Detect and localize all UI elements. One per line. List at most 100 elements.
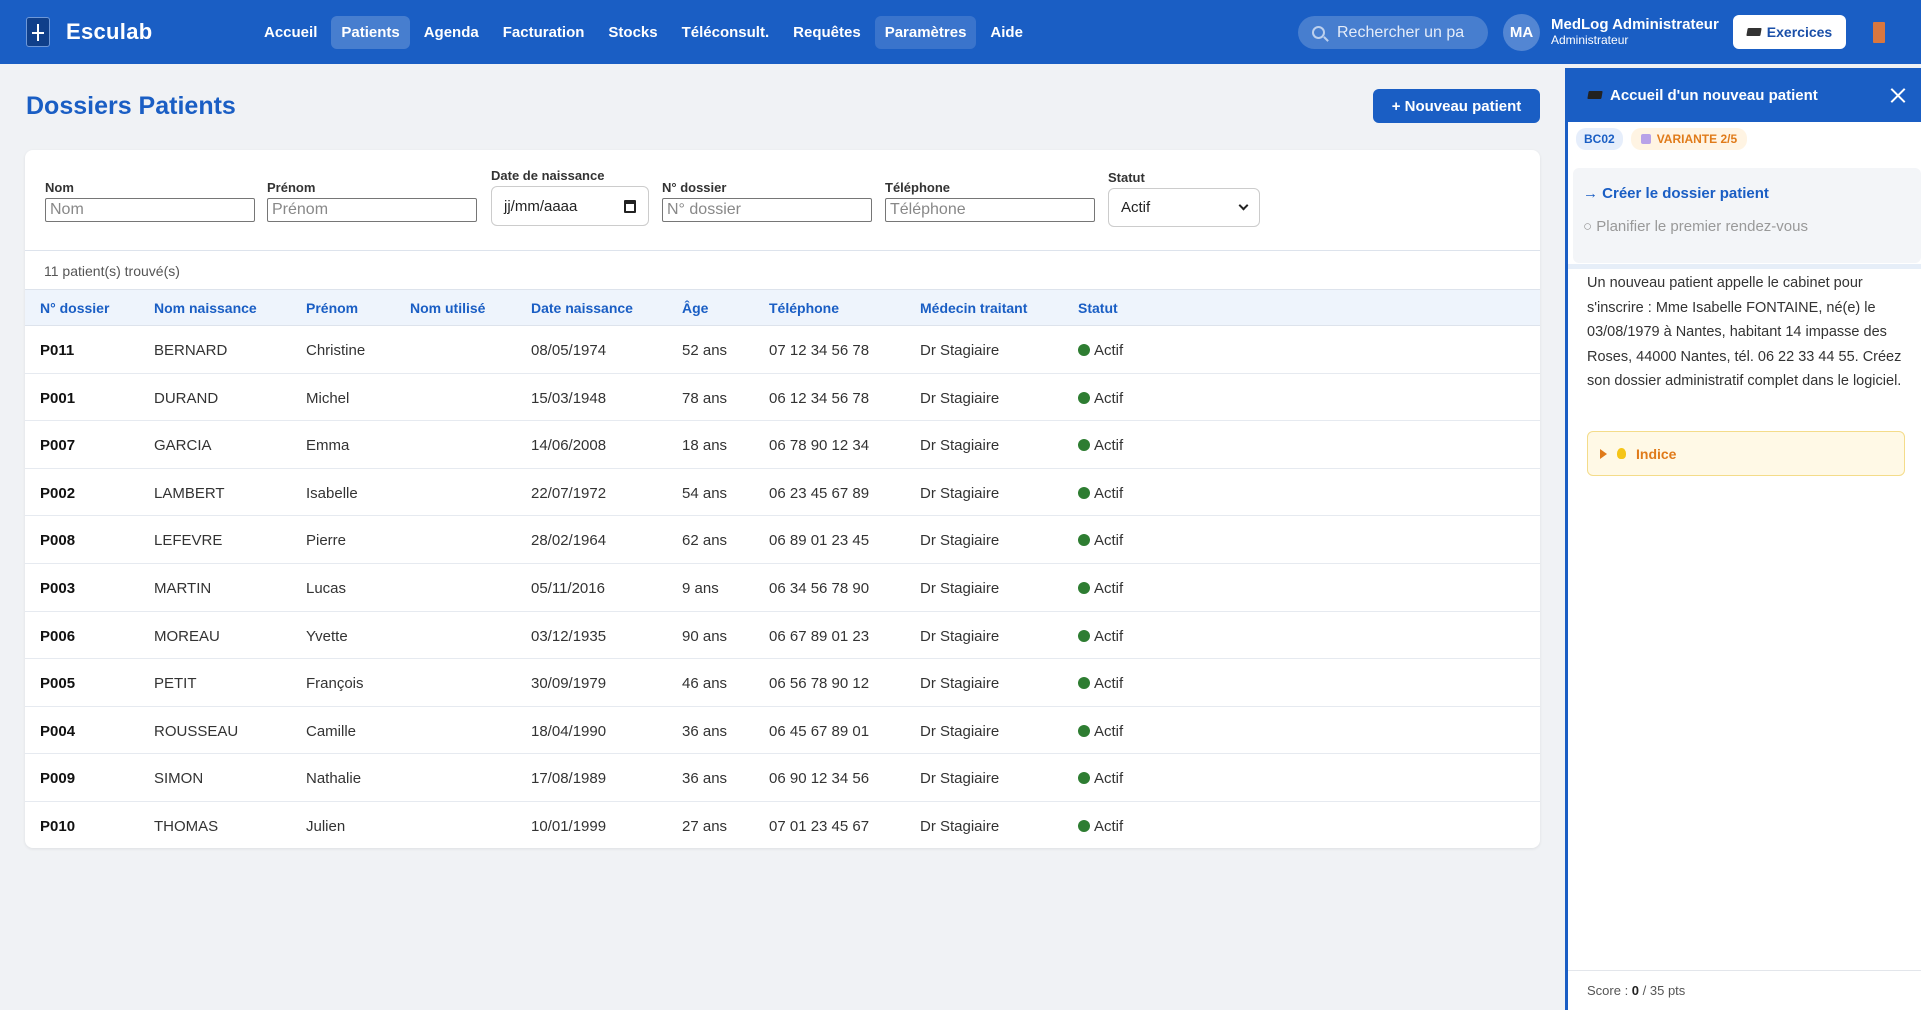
birthdate-input[interactable]: jj/mm/aaaa — [491, 186, 649, 226]
column-header-dossier[interactable]: N° dossier — [40, 300, 109, 316]
table-row[interactable]: P007 GARCIA Emma 14/06/2008 18 ans 06 78 90 1… — [25, 421, 1540, 469]
cell-medecin: Dr Stagiaire — [920, 342, 1000, 359]
status-select[interactable]: Actif — [1108, 188, 1260, 227]
status-dot-icon — [1078, 629, 1090, 642]
status-dot-icon — [1078, 344, 1090, 356]
cell-age: 46 ans — [682, 675, 728, 693]
column-header-statut[interactable]: Statut — [1078, 300, 1118, 316]
dice-icon — [1640, 134, 1651, 144]
nav-item-parametres[interactable]: Paramètres — [874, 15, 977, 49]
cell-statut: Actif — [1078, 532, 1123, 549]
variant-badge: VARIANTE 2/5 — [1630, 128, 1748, 150]
close-icon[interactable] — [1890, 88, 1905, 103]
column-header-age[interactable]: Âge — [682, 300, 708, 316]
cell-nom-naissance: LEFEVRE — [154, 532, 223, 550]
cell-age: 36 ans — [682, 770, 728, 788]
hint-toggle[interactable]: Indice — [1587, 431, 1905, 476]
nav-item-agenda[interactable]: Agenda — [414, 16, 489, 49]
calendar-icon[interactable] — [624, 199, 636, 213]
cell-date-naissance: 15/03/1948 — [531, 389, 607, 407]
filter-nom: Nom — [45, 180, 255, 222]
status-dot-icon — [1078, 772, 1090, 785]
new-patient-button[interactable]: + Nouveau patient — [1373, 89, 1540, 123]
column-header-prenom[interactable]: Prénom — [306, 300, 358, 316]
column-header-nom-naissance[interactable]: Nom naissance — [154, 300, 257, 316]
step-active[interactable]: → Créer le dossier patient — [1583, 185, 1769, 202]
cell-statut: Actif — [1078, 723, 1123, 740]
cell-medecin: Dr Stagiaire — [920, 675, 1000, 693]
filter-statut: Statut Actif — [1108, 170, 1260, 227]
table-row[interactable]: P004 ROUSSEAU Camille 18/04/1990 36 ans 06 45… — [25, 707, 1540, 755]
search-input[interactable] — [1337, 23, 1477, 42]
cell-nom-naissance: MOREAU — [154, 627, 220, 645]
cell-age: 54 ans — [682, 484, 728, 502]
user-role: Administrateur — [1551, 33, 1629, 47]
cell-prenom: François — [306, 675, 364, 693]
telephone-input[interactable] — [885, 198, 1095, 222]
table-row[interactable]: P008 LEFEVRE Pierre 28/02/1964 62 ans 06 89 0… — [25, 516, 1540, 564]
cell-statut: Actif — [1078, 390, 1123, 407]
score-total: / 35 pts — [1639, 983, 1686, 998]
table-row[interactable]: P009 SIMON Nathalie 17/08/1989 36 ans 06 90 1… — [25, 754, 1540, 802]
cell-dossier: P006 — [40, 627, 76, 645]
status-label: Actif — [1094, 389, 1124, 407]
status-label: Actif — [1094, 722, 1124, 740]
status-dot-icon — [1078, 581, 1090, 594]
table-row[interactable]: P001 DURAND Michel 15/03/1948 78 ans 06 12 34… — [25, 374, 1540, 422]
cell-date-naissance: 05/11/2016 — [531, 579, 605, 597]
global-search[interactable] — [1298, 16, 1488, 49]
nav-item-stocks[interactable]: Stocks — [598, 16, 667, 49]
patients-card: Nom Prénom Date de naissance jj/mm/aaaa … — [25, 150, 1540, 848]
search-icon — [1312, 26, 1325, 39]
table-row[interactable]: P006 MOREAU Yvette 03/12/1935 90 ans 06 67 89… — [25, 612, 1540, 660]
column-header-telephone[interactable]: Téléphone — [769, 300, 839, 316]
status-label: Actif — [1094, 817, 1124, 835]
logo-icon — [26, 17, 50, 47]
nav-item-patients[interactable]: Patients — [331, 15, 410, 49]
exercise-panel: Accueil d'un nouveau patient BC02 VARIAN… — [1565, 68, 1921, 1010]
user-info[interactable]: MedLog Administrateur Administrateur — [1551, 16, 1719, 47]
avatar[interactable]: MA — [1503, 14, 1540, 51]
cell-age: 18 ans — [682, 437, 728, 455]
table-row[interactable]: P005 PETIT François 30/09/1979 46 ans 06 56 7… — [25, 659, 1540, 707]
nav-item-facturation[interactable]: Facturation — [493, 16, 595, 49]
nav-item-requetes[interactable]: Requêtes — [783, 16, 871, 49]
app-logo[interactable]: Esculab — [26, 17, 254, 47]
cell-medecin: Dr Stagiaire — [920, 437, 1000, 455]
panel-title: Accueil d'un nouveau patient — [1610, 86, 1818, 104]
table-row[interactable]: P011 BERNARD Christine 08/05/1974 52 ans 07 1… — [25, 326, 1540, 374]
table-row[interactable]: P003 MARTIN Lucas 05/11/2016 9 ans 06 34 56 7… — [25, 564, 1540, 612]
nav-item-aide[interactable]: Aide — [980, 16, 1033, 49]
nav-item-accueil[interactable]: Accueil — [254, 16, 327, 49]
cell-age: 27 ans — [682, 817, 728, 835]
table-row[interactable]: P010 THOMAS Julien 10/01/1999 27 ans 07 01 23… — [25, 802, 1540, 850]
cell-date-naissance: 22/07/1972 — [531, 484, 607, 502]
prenom-input[interactable] — [267, 198, 477, 222]
cell-prenom: Michel — [306, 389, 350, 407]
cell-medecin: Dr Stagiaire — [920, 627, 1000, 645]
cell-telephone: 07 12 34 56 78 — [769, 342, 870, 359]
dossier-input[interactable] — [662, 198, 872, 222]
column-header-nom-utilise[interactable]: Nom utilisé — [410, 300, 485, 316]
column-header-date-naissance[interactable]: Date naissance — [531, 300, 633, 316]
cell-date-naissance: 03/12/1935 — [531, 627, 607, 645]
task-description: Un nouveau patient appelle le cabinet po… — [1587, 275, 1902, 389]
cell-medecin: Dr Stagiaire — [920, 389, 1000, 407]
exercises-button[interactable]: Exercices — [1733, 15, 1846, 49]
nom-input[interactable] — [45, 198, 255, 222]
top-navbar: Esculab Accueil Patients Agenda Facturation… — [0, 0, 1921, 64]
cell-telephone: 06 34 56 78 90 — [769, 579, 870, 597]
exit-icon[interactable] — [1873, 22, 1885, 43]
panel-header: Accueil d'un nouveau patient — [1568, 68, 1921, 122]
column-header-medecin[interactable]: Médecin traitant — [920, 300, 1027, 316]
table-row[interactable]: P002 LAMBERT Isabelle 22/07/1972 54 ans 06 23… — [25, 469, 1540, 517]
cell-statut: Actif — [1078, 437, 1123, 454]
cell-date-naissance: 30/09/1979 — [531, 675, 607, 693]
variant-label: VARIANTE 2/5 — [1656, 132, 1738, 146]
nav-item-teleconsult[interactable]: Téléconsult. — [672, 16, 780, 49]
cell-prenom: Isabelle — [306, 484, 358, 502]
triangle-right-icon — [1600, 448, 1607, 459]
cell-statut: Actif — [1078, 818, 1123, 835]
cell-date-naissance: 08/05/1974 — [531, 342, 607, 359]
cell-dossier: P003 — [40, 579, 76, 597]
